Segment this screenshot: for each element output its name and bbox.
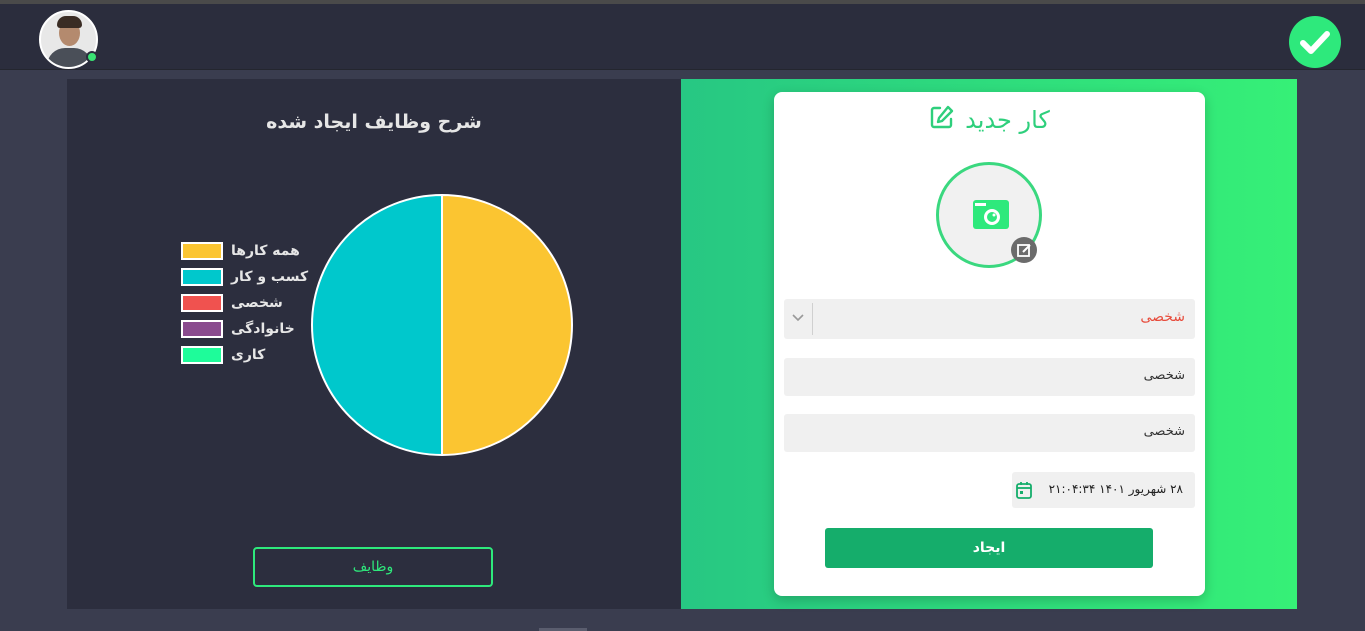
legend-label: شخصی xyxy=(231,295,283,311)
field-value: شخصی xyxy=(1143,368,1185,383)
card-header: کار جدید xyxy=(774,104,1205,136)
pie-chart[interactable] xyxy=(310,193,574,457)
legend-swatch xyxy=(181,294,223,312)
select-value: شخصی xyxy=(1140,309,1185,325)
tasks-button[interactable]: وظایف xyxy=(253,547,493,587)
field-value: شخصی xyxy=(1143,424,1185,439)
edit-photo-icon[interactable] xyxy=(1011,237,1037,263)
datetime-picker[interactable]: ۲۸ شهریور ۱۴۰۱ ۲۱:۰۴:۳۴ xyxy=(1012,472,1195,508)
category-select[interactable]: شخصی xyxy=(784,299,1195,339)
chart-title: شرح وظایف ایجاد شده xyxy=(266,111,482,133)
legend-label: خانوادگی xyxy=(231,321,295,337)
form-panel: کار جدید شخصی شخصی شخصی ۲۸ شهریور ۱۴۰۱ ۲… xyxy=(681,79,1297,609)
legend-item[interactable]: کسب و کار xyxy=(181,264,308,290)
edit-icon xyxy=(929,104,955,136)
legend-swatch xyxy=(181,320,223,338)
legend-swatch xyxy=(181,242,223,260)
datetime-value: ۲۸ شهریور ۱۴۰۱ ۲۱:۰۴:۳۴ xyxy=(1048,482,1183,496)
new-task-card: کار جدید شخصی شخصی شخصی ۲۸ شهریور ۱۴۰۱ ۲… xyxy=(774,92,1205,596)
pie-slice[interactable] xyxy=(311,193,443,457)
task-description-field[interactable]: شخصی xyxy=(784,414,1195,452)
calendar-icon[interactable] xyxy=(1016,481,1032,499)
chart-panel: شرح وظایف ایجاد شده همه کارها کسب و کار … xyxy=(67,79,681,609)
legend-label: همه کارها xyxy=(231,243,300,259)
pie-slice[interactable] xyxy=(441,193,573,457)
chevron-down-icon xyxy=(792,314,804,322)
create-button[interactable]: ایجاد xyxy=(825,528,1153,568)
avatar-hair xyxy=(57,16,82,28)
legend-label: کسب و کار xyxy=(231,269,309,285)
legend-item[interactable]: کاری xyxy=(181,342,308,368)
legend-item[interactable]: شخصی xyxy=(181,290,308,316)
legend-label: کاری xyxy=(231,347,266,363)
card-title: کار جدید xyxy=(965,106,1050,134)
top-header xyxy=(0,4,1365,70)
task-title-field[interactable]: شخصی xyxy=(784,358,1195,396)
check-logo-icon[interactable] xyxy=(1289,16,1341,68)
legend-item[interactable]: خانوادگی xyxy=(181,316,308,342)
chart-legend: همه کارها کسب و کار شخصی خانوادگی کاری xyxy=(181,238,308,368)
legend-item[interactable]: همه کارها xyxy=(181,238,308,264)
legend-swatch xyxy=(181,346,223,364)
online-status-dot xyxy=(86,51,98,63)
legend-swatch xyxy=(181,268,223,286)
select-divider xyxy=(812,303,813,335)
